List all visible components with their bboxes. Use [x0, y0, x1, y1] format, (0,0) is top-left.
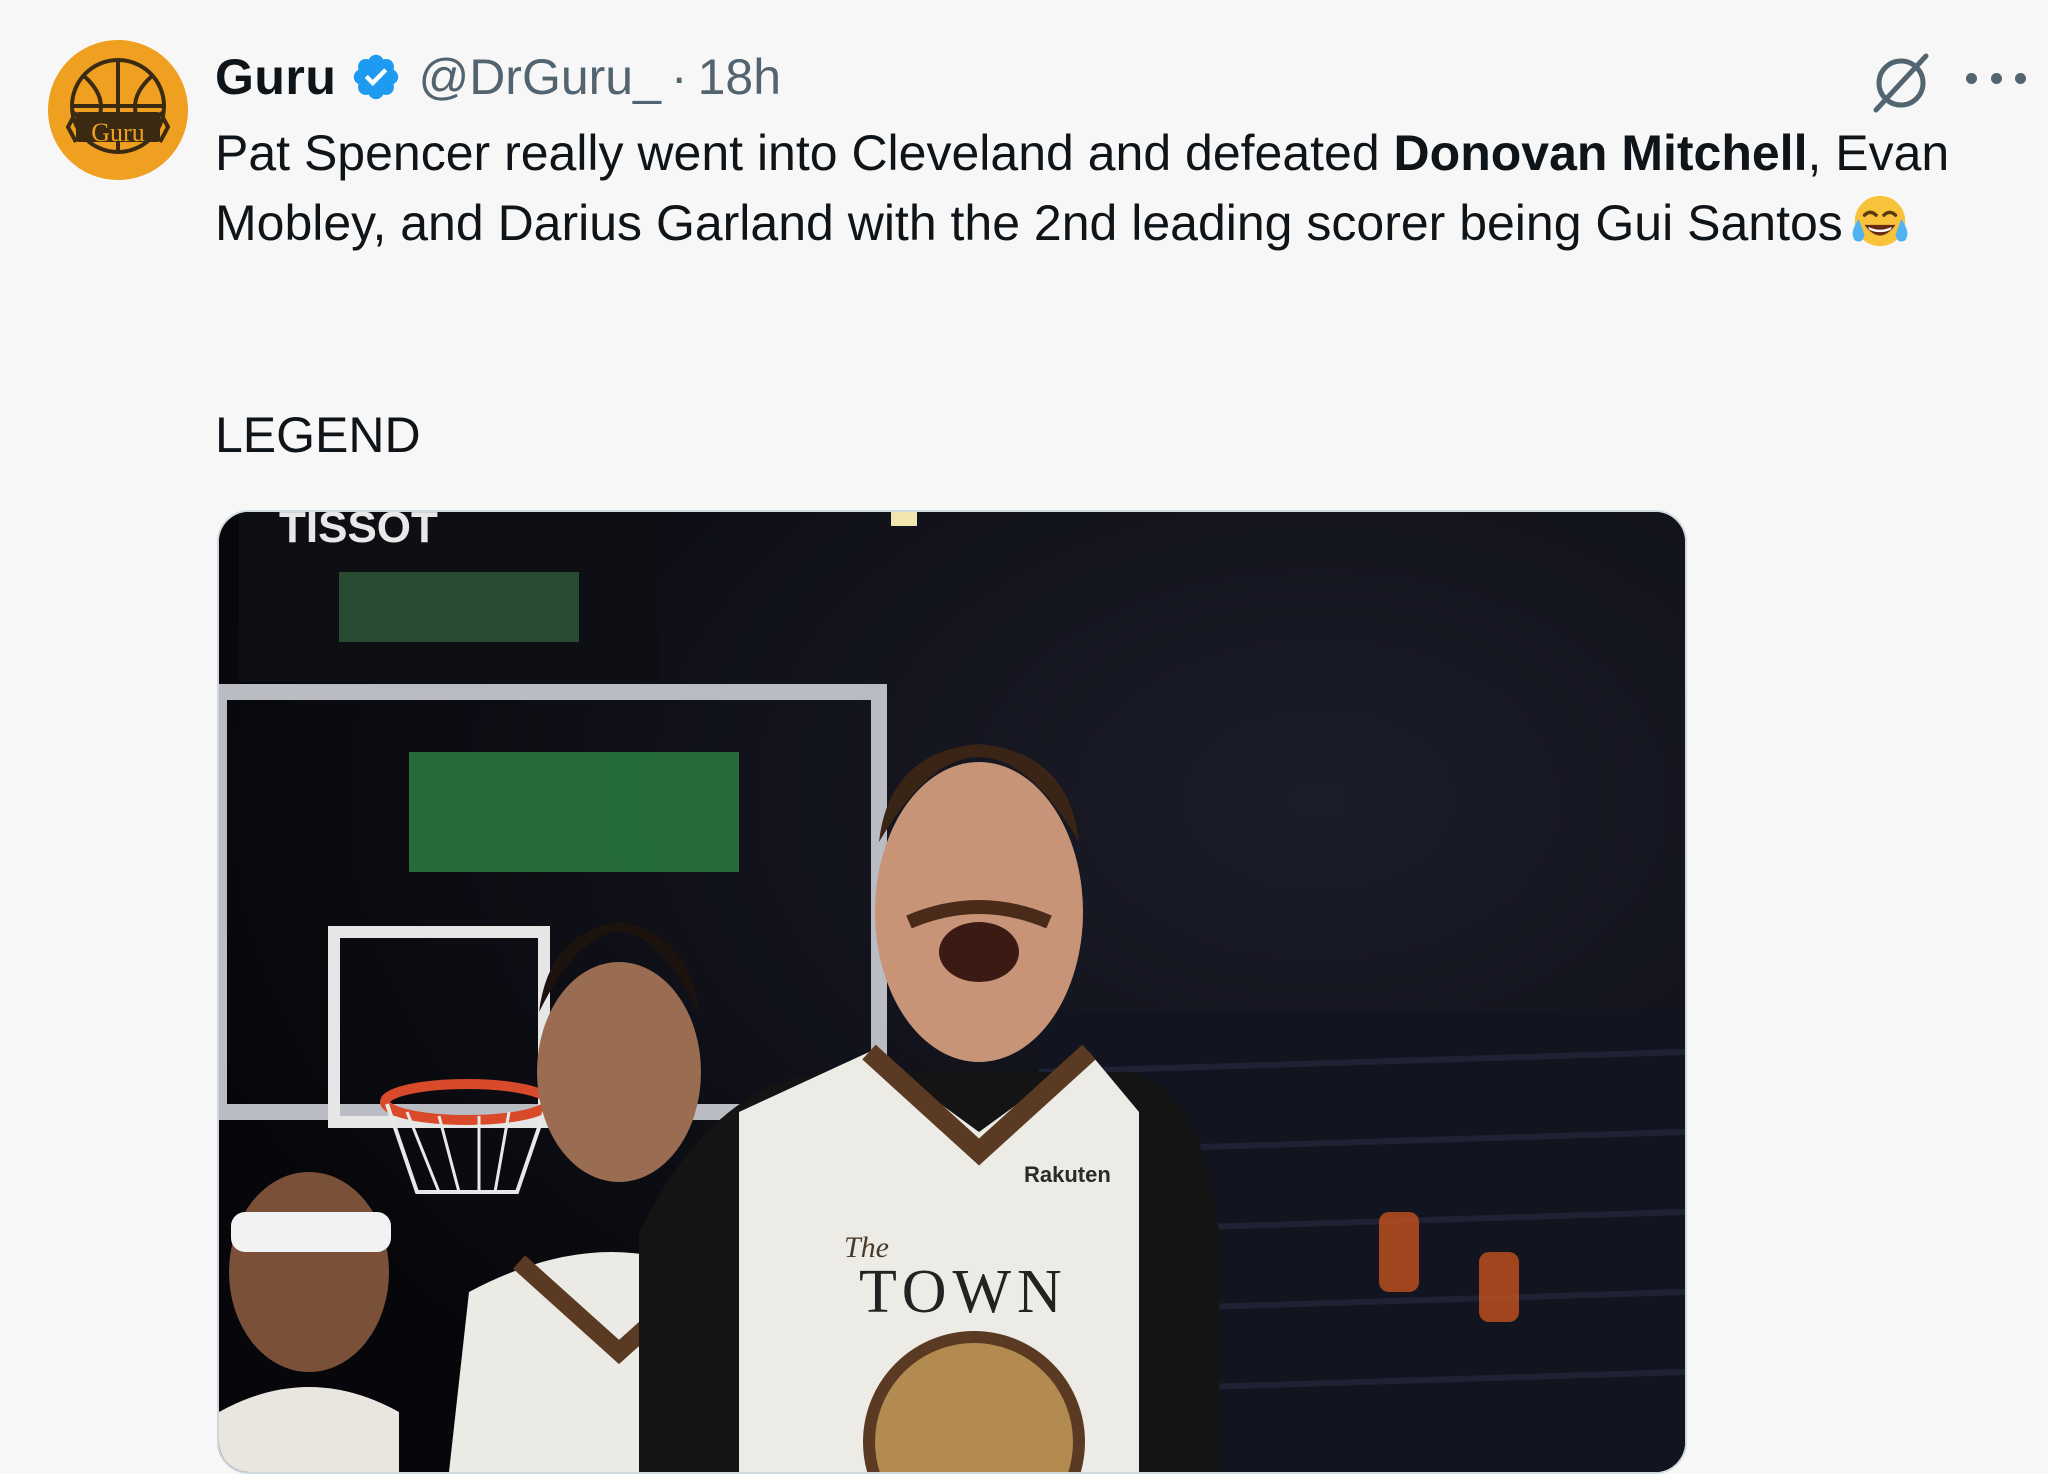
more-dot: [1990, 72, 2002, 84]
basketball-logo-icon: [48, 40, 188, 180]
more-options-icon[interactable]: [1966, 48, 2026, 108]
tweet-text-bold: Donovan Mitchell: [1393, 125, 1808, 181]
verified-badge-icon[interactable]: [350, 51, 402, 103]
more-dot: [2015, 72, 2026, 84]
basketball-game-video-still: TISSOT Rakuten The TOWN: [219, 512, 1685, 1472]
scoreboard-brand: TISSOT: [279, 512, 438, 552]
tweet-media[interactable]: TISSOT Rakuten The TOWN: [217, 510, 1687, 1474]
more-dot: [1966, 72, 1977, 84]
jersey-sponsor: Rakuten: [1024, 1162, 1111, 1187]
tweet-text: Pat Spencer really went into Cleveland a…: [215, 118, 2015, 258]
face-with-tears-of-joy-icon: [1852, 195, 1908, 247]
author-handle[interactable]: @DrGuru_: [418, 48, 660, 106]
tweet-legend-line: LEGEND: [215, 407, 421, 463]
jersey-word: TOWN: [859, 1258, 1068, 1326]
tweet-text-part1: Pat Spencer really went into Cleveland a…: [215, 125, 1394, 181]
avatar[interactable]: Guru: [48, 40, 188, 180]
timestamp[interactable]: 18h: [698, 48, 781, 106]
separator-dot: ·: [670, 49, 688, 105]
author-name[interactable]: Guru: [215, 48, 336, 106]
grok-icon[interactable]: [1868, 48, 1934, 114]
tweet-header: Guru @DrGuru_ · 18h: [215, 42, 781, 112]
